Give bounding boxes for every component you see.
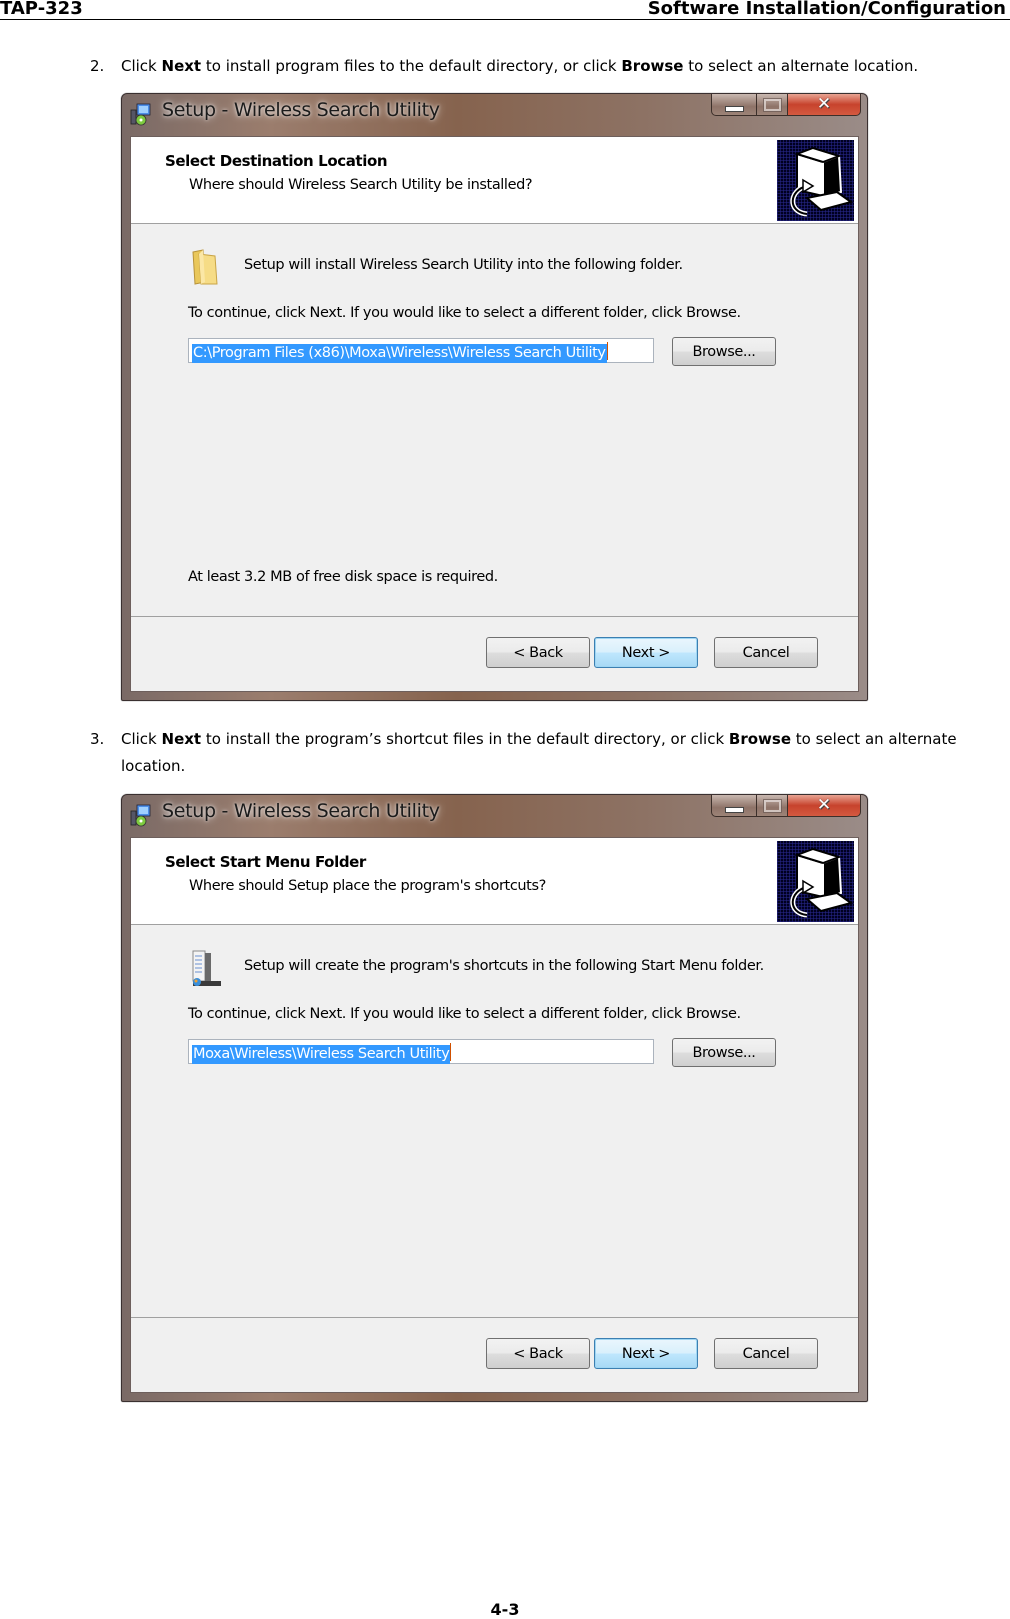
page-subheading: Where should Setup place the program's s… — [189, 878, 546, 894]
text-segment: Click — [121, 57, 162, 75]
instruction-text: To continue, click Next. If you would li… — [188, 1006, 741, 1022]
step-3: 3. Click Next to install the program’s s… — [90, 726, 1000, 780]
maximize-icon — [763, 98, 781, 111]
next-button[interactable]: Next > — [594, 637, 698, 668]
text-segment-bold: Next — [161, 57, 202, 75]
text-segment: to install the program’s shortcut files … — [201, 730, 729, 748]
wizard-logo — [777, 140, 854, 221]
intro-text: Setup will install Wireless Search Utili… — [244, 257, 683, 273]
path-value: Moxa\Wireless\Wireless Search Utility — [192, 1045, 451, 1064]
wizard-banner: Select Start Menu Folder Where should Se… — [131, 838, 858, 925]
page-heading: Select Destination Location — [165, 152, 388, 170]
step-number: 2. — [90, 57, 105, 75]
minimize-icon — [724, 806, 744, 813]
close-icon: ✕ — [816, 94, 832, 114]
wizard-footer: < Back Next > Cancel — [131, 616, 858, 691]
page-header-left: TAP-323 — [0, 0, 83, 19]
disk-space-note: At least 3.2 MB of free disk space is re… — [188, 569, 498, 585]
text-segment: to install program files to the default … — [201, 57, 622, 75]
computer-install-icon — [790, 847, 854, 918]
setup-app-icon — [130, 103, 151, 126]
page-header-right: Software Installation/Configuration — [647, 0, 1006, 19]
wizard-banner: Select Destination Location Where should… — [131, 137, 858, 224]
maximize-button[interactable] — [757, 94, 788, 116]
setup-dialog-destination: Setup - Wireless Search Utility ✕ Select… — [121, 93, 868, 701]
text-segment: Click — [121, 730, 162, 748]
setup-app-icon — [130, 804, 151, 827]
minimize-icon — [724, 105, 744, 112]
path-value: C:\Program Files (x86)\Moxa\Wireless\Wir… — [192, 344, 607, 363]
step-text: Click Next to install program files to t… — [121, 53, 1000, 80]
wizard-logo — [777, 841, 854, 922]
start-menu-folder-input[interactable]: Moxa\Wireless\Wireless Search Utility — [188, 1039, 654, 1064]
cancel-button[interactable]: Cancel — [714, 1338, 818, 1369]
text-segment-bold: Browse — [621, 57, 684, 75]
minimize-button[interactable] — [711, 94, 757, 116]
caption-buttons: ✕ — [711, 94, 861, 116]
back-button[interactable]: < Back — [486, 637, 590, 668]
computer-install-icon — [790, 146, 854, 217]
cancel-button[interactable]: Cancel — [714, 637, 818, 668]
folder-icon — [192, 249, 218, 285]
step-number: 3. — [90, 730, 105, 748]
text-segment-bold: Browse — [728, 730, 792, 748]
step-2: 2. Click Next to install program files t… — [90, 53, 1000, 80]
close-button[interactable]: ✕ — [788, 94, 861, 116]
window-title: Setup - Wireless Search Utility — [162, 99, 440, 121]
wizard-footer: < Back Next > Cancel — [131, 1317, 858, 1392]
dialog-client: Select Start Menu Folder Where should Se… — [130, 837, 859, 1393]
next-button[interactable]: Next > — [594, 1338, 698, 1369]
instruction-text: To continue, click Next. If you would li… — [188, 305, 741, 321]
maximize-button[interactable] — [757, 795, 788, 817]
text-caret — [606, 342, 608, 360]
dialog-client: Select Destination Location Where should… — [130, 136, 859, 692]
close-icon: ✕ — [816, 795, 832, 815]
window-title: Setup - Wireless Search Utility — [162, 800, 440, 822]
text-caret — [450, 1043, 452, 1061]
page-number: 4-3 — [490, 1600, 520, 1619]
title-bar[interactable]: Setup - Wireless Search Utility ✕ — [122, 94, 867, 134]
text-segment: to select an alternate location. — [683, 57, 919, 75]
title-bar[interactable]: Setup - Wireless Search Utility ✕ — [122, 795, 867, 835]
destination-path-input[interactable]: C:\Program Files (x86)\Moxa\Wireless\Wir… — [188, 338, 654, 363]
text-segment-bold: Next — [161, 730, 202, 748]
caption-buttons: ✕ — [711, 795, 861, 817]
start-menu-icon — [192, 950, 221, 986]
back-button[interactable]: < Back — [486, 1338, 590, 1369]
minimize-button[interactable] — [711, 795, 757, 817]
browse-button[interactable]: Browse... — [672, 1038, 776, 1067]
close-button[interactable]: ✕ — [788, 795, 861, 817]
header-rule — [0, 19, 1010, 20]
step-text: Click Next to install the program’s shor… — [121, 726, 961, 780]
setup-dialog-start-menu: Setup - Wireless Search Utility ✕ Select… — [121, 794, 868, 1402]
page-heading: Select Start Menu Folder — [165, 853, 366, 871]
intro-text: Setup will create the program's shortcut… — [244, 958, 764, 974]
page-subheading: Where should Wireless Search Utility be … — [189, 177, 533, 193]
maximize-icon — [763, 799, 781, 812]
browse-button[interactable]: Browse... — [672, 337, 776, 366]
